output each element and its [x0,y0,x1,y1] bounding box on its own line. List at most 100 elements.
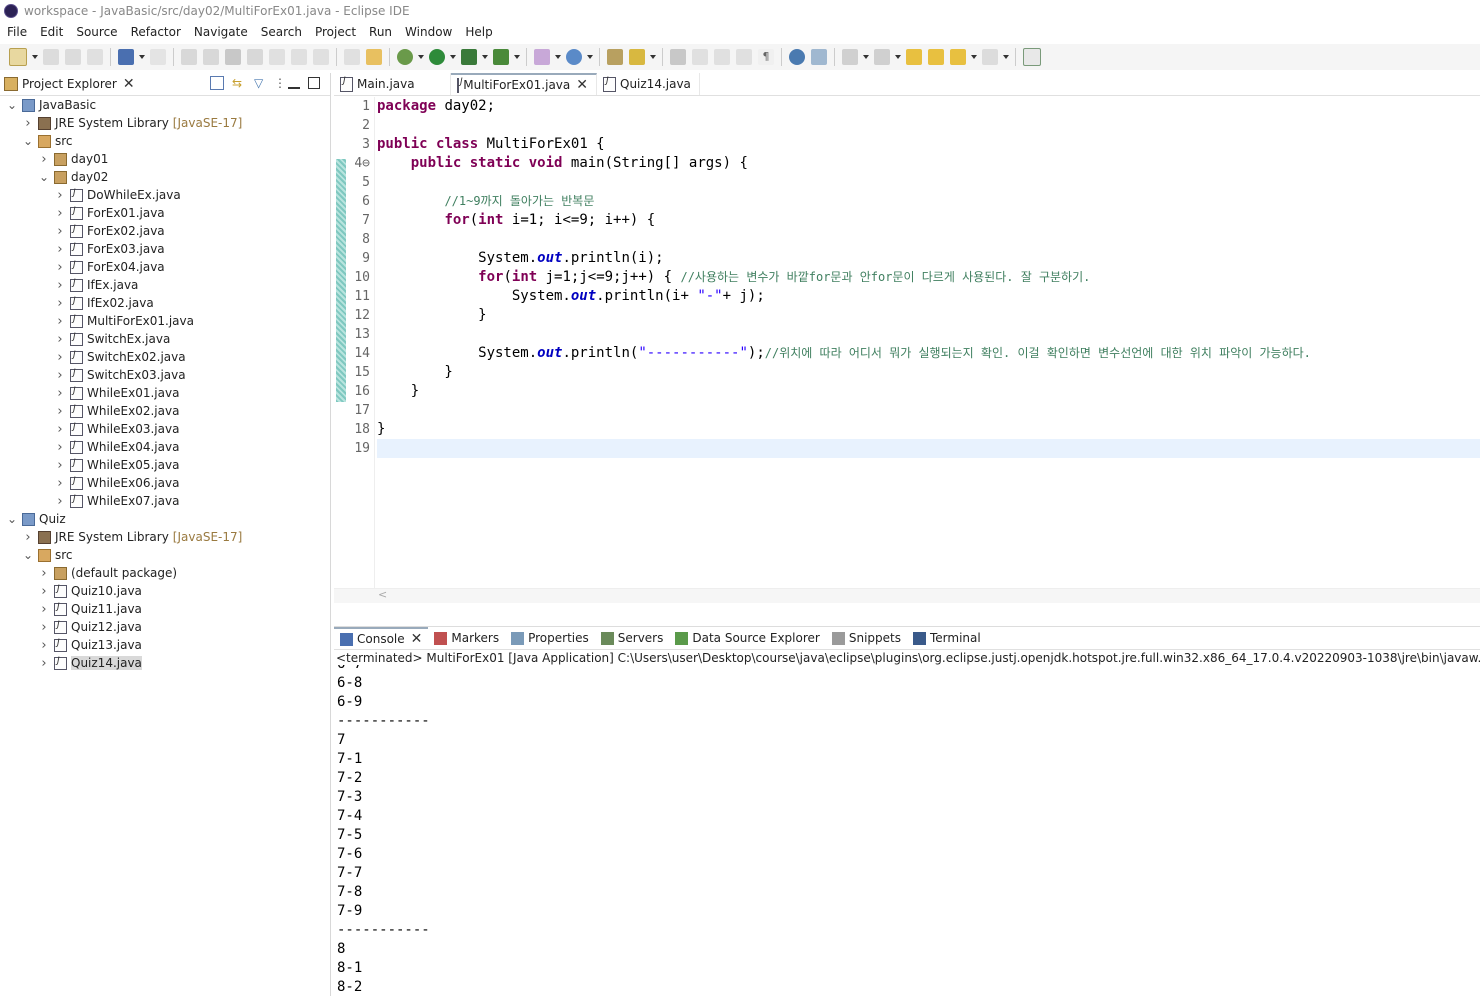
chevron-down-icon[interactable]: ⌄ [38,170,50,184]
terminal-view-icon[interactable] [118,49,134,65]
chevron-right-icon[interactable]: › [54,314,66,329]
menu-file[interactable]: File [0,25,33,39]
terminate-icon[interactable] [225,49,241,65]
code-line[interactable]: for(int i=1; i<=9; i++) { [377,211,1480,230]
tree-item[interactable]: › MultiForEx01.java [0,312,330,330]
chevron-right-icon[interactable]: › [54,206,66,221]
chevron-down-icon[interactable] [139,49,145,65]
tree-item[interactable]: › IfEx02.java [0,294,330,312]
menu-refactor[interactable]: Refactor [124,25,187,39]
print-icon[interactable] [87,49,103,65]
new-icon[interactable] [9,48,27,66]
console-tab-servers[interactable]: Servers [595,627,670,649]
chevron-right-icon[interactable]: › [54,494,66,509]
code-line[interactable]: for(int j=1;j<=9;j++) { //사용하는 변수가 바깥for… [377,268,1480,287]
drop-to-frame-icon[interactable] [366,49,382,65]
chevron-right-icon[interactable]: › [54,278,66,293]
tree-item[interactable]: › DoWhileEx.java [0,186,330,204]
resume-icon[interactable] [181,49,197,65]
debug-icon[interactable] [397,49,413,65]
tree-item[interactable]: › Quiz13.java [0,636,330,654]
filter-icon[interactable]: ▽ [254,77,266,89]
console-output[interactable]: 6-76-8 6-9 ----------- 7 7-1 7-2 7-3 7-4 7-5 7-6 7… [337,665,1480,997]
search-icon[interactable] [629,49,645,65]
step-over-icon[interactable] [291,49,307,65]
tree-item[interactable]: › WhileEx03.java [0,420,330,438]
toggle-mark-occurrences-icon[interactable] [670,49,686,65]
open-perspective-icon[interactable] [1023,48,1041,66]
chevron-right-icon[interactable]: › [38,656,50,671]
code-editor[interactable]: 1 2 3 4⊖ 5 6 7 8 9 10 11 12 13 14 15 16 17 18 19 package d… [334,97,1480,603]
tree-item[interactable]: › ForEx04.java [0,258,330,276]
code-line[interactable]: } [377,363,1480,382]
chevron-right-icon[interactable]: › [54,242,66,257]
chevron-down-icon[interactable]: ⌄ [6,98,18,112]
chevron-right-icon[interactable]: › [54,386,66,401]
chevron-right-icon[interactable]: › [22,116,34,131]
tree-item[interactable]: ⌄ src [0,132,330,150]
chevron-right-icon[interactable]: › [54,404,66,419]
run-icon[interactable] [429,49,445,65]
suspend-icon[interactable] [203,49,219,65]
tree-item[interactable]: › day01 [0,150,330,168]
chevron-right-icon[interactable]: › [54,458,66,473]
tree-item[interactable]: › WhileEx05.java [0,456,330,474]
chevron-right-icon[interactable]: › [38,602,50,617]
previous-annotation-icon[interactable] [874,49,890,65]
chevron-down-icon[interactable] [895,49,901,65]
code-line[interactable]: System.out.println("-----------");//위치에 … [377,344,1480,363]
code-line[interactable]: public static void main(String[] args) { [377,154,1480,173]
save-all-icon[interactable] [65,49,81,65]
editor-tab[interactable]: Main.java [334,73,451,95]
collapse-all-icon[interactable] [210,76,224,90]
editor-tab[interactable]: MultiForEx01.java ✕ [451,73,597,95]
tree-item[interactable]: › ForEx02.java [0,222,330,240]
chevron-down-icon[interactable] [971,49,977,65]
chevron-right-icon[interactable]: › [54,422,66,437]
chevron-right-icon[interactable]: › [54,296,66,311]
new-java-class-icon[interactable] [566,49,582,65]
next-annotation-icon[interactable] [842,49,858,65]
new-java-project-icon[interactable] [534,49,550,65]
tree-item[interactable]: › Quiz11.java [0,600,330,618]
use-step-filters-icon[interactable] [344,49,360,65]
tree-item[interactable]: › WhileEx06.java [0,474,330,492]
code-line[interactable]: System.out.println(i); [377,249,1480,268]
coverage-icon[interactable] [461,49,477,65]
back-arrow-icon[interactable] [950,49,966,65]
code-line[interactable]: package day02; [377,97,1480,116]
editor-tab[interactable]: Quiz14.java [597,73,700,95]
code-line[interactable] [377,401,1480,420]
skip-breakpoints-icon[interactable] [150,49,166,65]
chevron-right-icon[interactable]: › [54,224,66,239]
console-tab-console[interactable]: Console ✕ [334,627,429,649]
show-whitespace-icon[interactable]: ¶ [758,49,774,65]
run-external-tools-icon[interactable] [493,49,509,65]
tree-item[interactable]: › Quiz14.java [0,654,330,672]
console-tab-terminal[interactable]: Terminal [907,627,987,649]
tree-item[interactable]: › ForEx03.java [0,240,330,258]
code-line[interactable] [377,116,1480,135]
menu-search[interactable]: Search [254,25,308,39]
tree-item[interactable]: › WhileEx04.java [0,438,330,456]
tree-item[interactable]: › WhileEx07.java [0,492,330,510]
console-tab-markers[interactable]: Markers [428,627,505,649]
chevron-down-icon[interactable] [418,49,424,65]
chevron-down-icon[interactable] [450,49,456,65]
tree-item[interactable]: ⌄ Quiz [0,510,330,528]
close-icon[interactable]: ✕ [123,76,135,92]
chevron-right-icon[interactable]: › [38,638,50,653]
minimize-icon[interactable] [288,77,300,89]
chevron-down-icon[interactable] [650,49,656,65]
open-type-icon[interactable] [607,49,623,65]
chevron-down-icon[interactable]: ⌄ [22,548,34,562]
save-icon[interactable] [43,49,59,65]
tree-item[interactable]: ⌄ day02 [0,168,330,186]
tree-item[interactable]: › Quiz12.java [0,618,330,636]
toggle-block-selection-icon[interactable] [692,49,708,65]
code-line[interactable]: } [377,382,1480,401]
toggle-breadcrumb-icon[interactable] [736,49,752,65]
step-return-icon[interactable] [313,49,329,65]
chevron-right-icon[interactable]: › [38,620,50,635]
view-menu-icon[interactable]: ⋮ [274,77,286,89]
